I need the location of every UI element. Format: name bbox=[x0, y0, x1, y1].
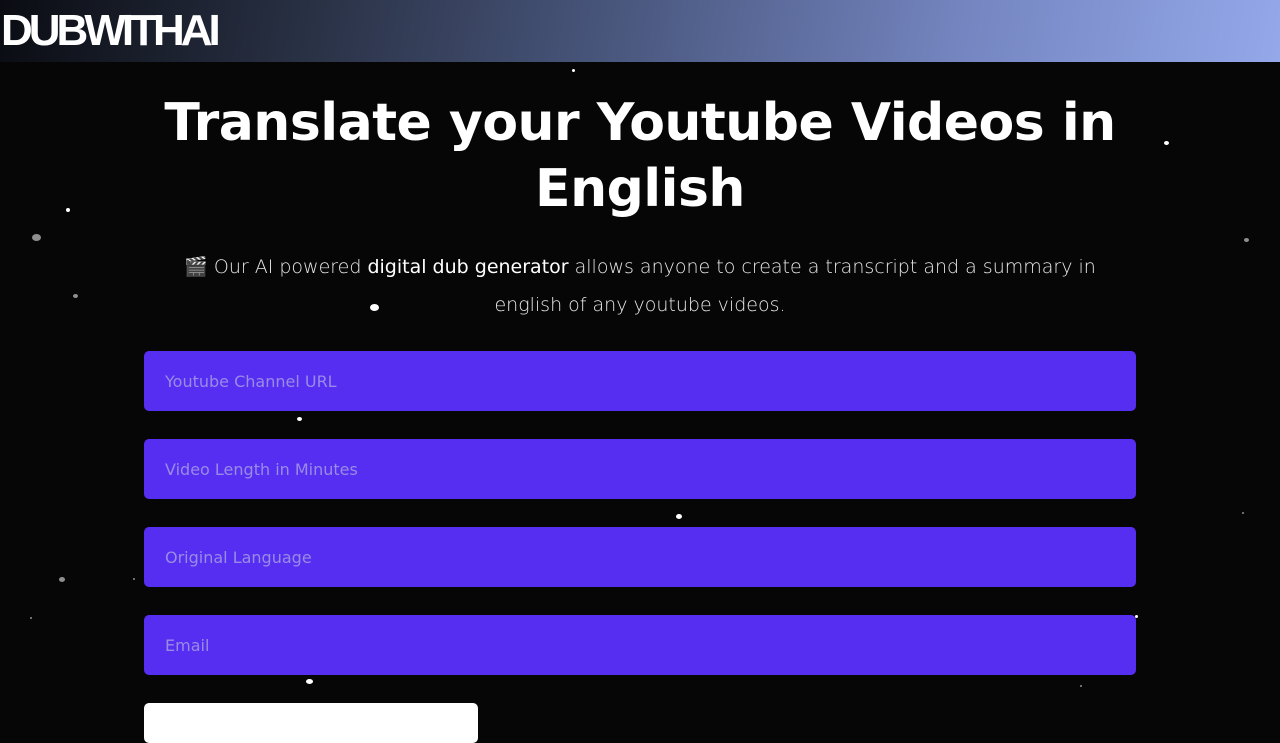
star bbox=[30, 617, 32, 619]
star bbox=[59, 577, 65, 582]
star bbox=[297, 417, 302, 421]
star bbox=[66, 208, 70, 212]
star bbox=[32, 234, 41, 241]
hero-title: Translate your Youtube Videos in English bbox=[164, 93, 1116, 219]
star bbox=[572, 69, 575, 72]
star bbox=[1164, 141, 1169, 145]
hero-desc-pre: Our AI powered bbox=[207, 256, 368, 278]
hero-description: 🎬 Our AI powered digital dub generator a… bbox=[150, 248, 1130, 324]
star bbox=[1080, 685, 1082, 687]
brand-logo[interactable]: DUBWITHAI bbox=[1, 8, 221, 54]
clapperboard-icon: 🎬 bbox=[184, 256, 208, 278]
top-header: DUBWITHAI bbox=[0, 0, 1280, 62]
submit-button[interactable] bbox=[144, 703, 478, 743]
star bbox=[1244, 238, 1249, 242]
email-input[interactable] bbox=[144, 615, 1136, 675]
star bbox=[676, 514, 682, 519]
star bbox=[73, 294, 78, 298]
video-length-input[interactable] bbox=[144, 439, 1136, 499]
star bbox=[133, 578, 135, 580]
youtube-channel-url-input[interactable] bbox=[144, 351, 1136, 411]
star bbox=[1242, 512, 1244, 514]
hero-desc-post: allows anyone to create a transcript and… bbox=[494, 256, 1096, 316]
hero-desc-highlight: digital dub generator bbox=[367, 256, 569, 278]
original-language-input[interactable] bbox=[144, 527, 1136, 587]
star bbox=[306, 679, 313, 684]
